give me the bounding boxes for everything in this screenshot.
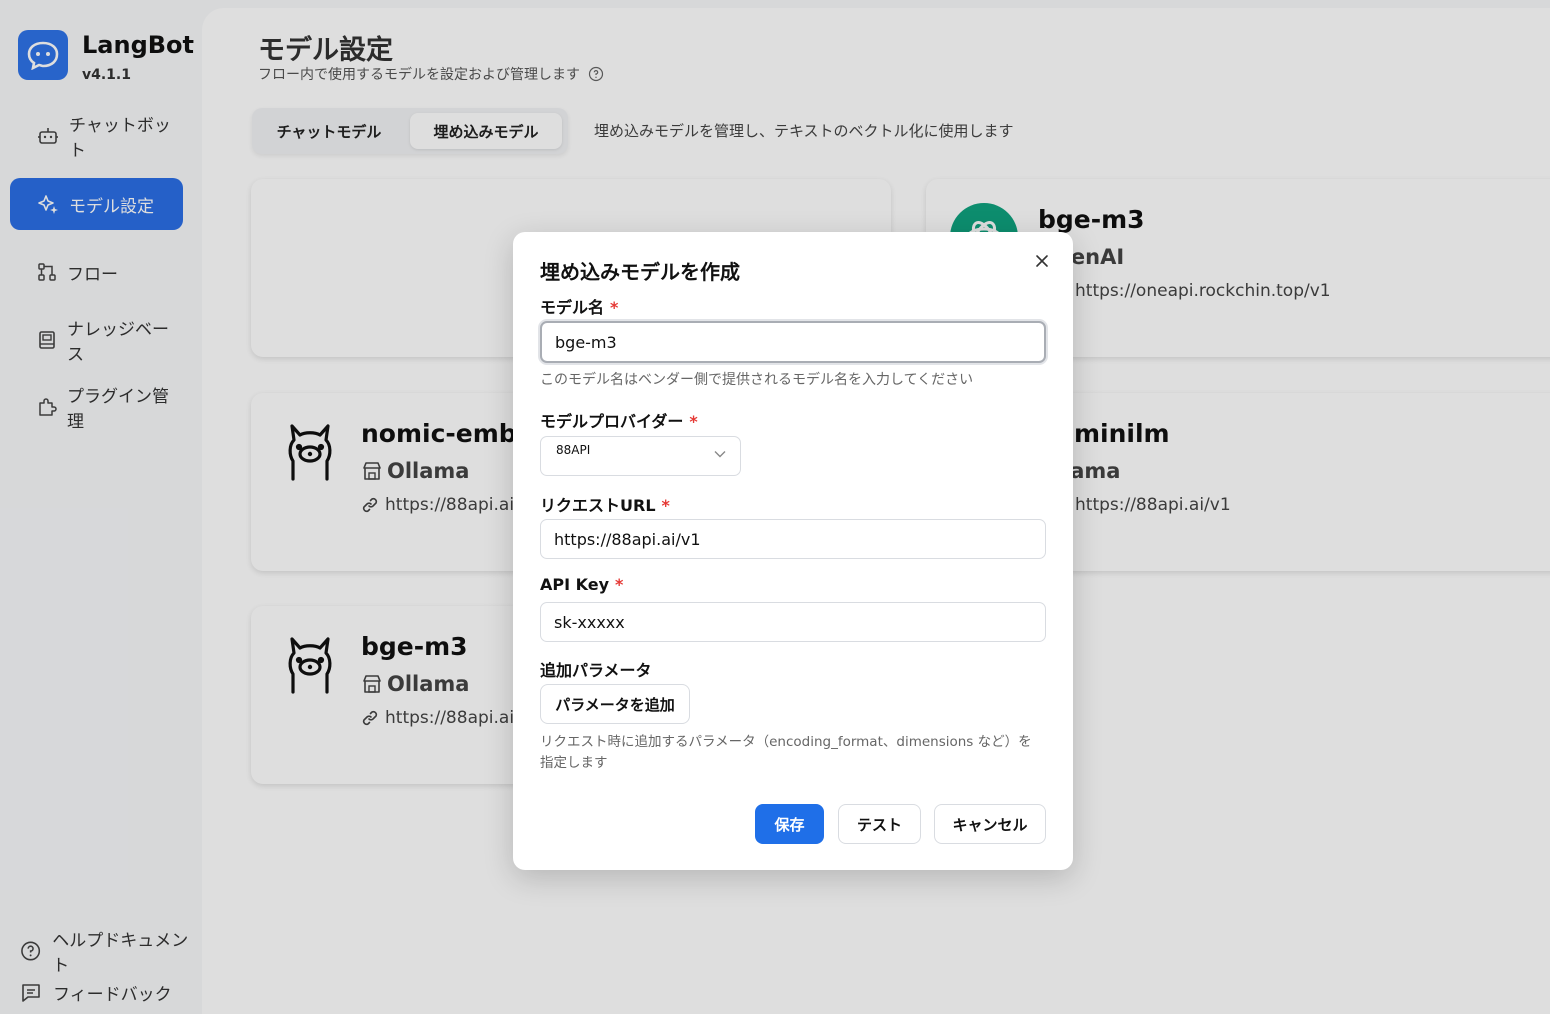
extra-params-help: リクエスト時に追加するパラメータ（encoding_format、dimensi… [540, 732, 1032, 774]
required-mark: * [610, 298, 619, 317]
request-url-input[interactable]: https://88api.ai/v1 [540, 519, 1046, 559]
api-key-input[interactable]: sk-xxxxx [540, 602, 1046, 642]
model-name-label: モデル名 * [540, 298, 619, 317]
model-name-input[interactable]: bge-m3 [540, 321, 1046, 363]
api-key-label: API Key * [540, 575, 624, 594]
model-name-help: このモデル名はベンダー側で提供されるモデル名を入力してください [540, 372, 974, 388]
required-mark: * [689, 412, 698, 431]
save-button[interactable]: 保存 [755, 804, 824, 844]
create-embedding-model-dialog: 埋め込みモデルを作成 モデル名 * bge-m3 このモデル名はベンダー側で提供さ… [513, 232, 1073, 870]
dialog-title: 埋め込みモデルを作成 [540, 260, 740, 284]
provider-select[interactable]: 88API [540, 436, 741, 476]
provider-label: モデルプロバイダー * [540, 412, 698, 431]
close-icon[interactable] [1031, 250, 1053, 272]
provider-select-value: 88API [556, 443, 591, 457]
extra-params-help-line: 指定します [540, 755, 608, 771]
cancel-button[interactable]: キャンセル [934, 804, 1046, 844]
required-mark: * [615, 575, 624, 594]
required-mark: * [661, 496, 670, 515]
request-url-label: リクエストURL * [540, 496, 670, 515]
extra-params-label: 追加パラメータ [540, 661, 652, 680]
add-parameter-button[interactable]: パラメータを追加 [540, 684, 690, 724]
test-button[interactable]: テスト [838, 804, 921, 844]
extra-params-help-line: リクエスト時に追加するパラメータ（encoding_format、dimensi… [540, 734, 1032, 750]
chevron-down-icon [714, 451, 726, 458]
